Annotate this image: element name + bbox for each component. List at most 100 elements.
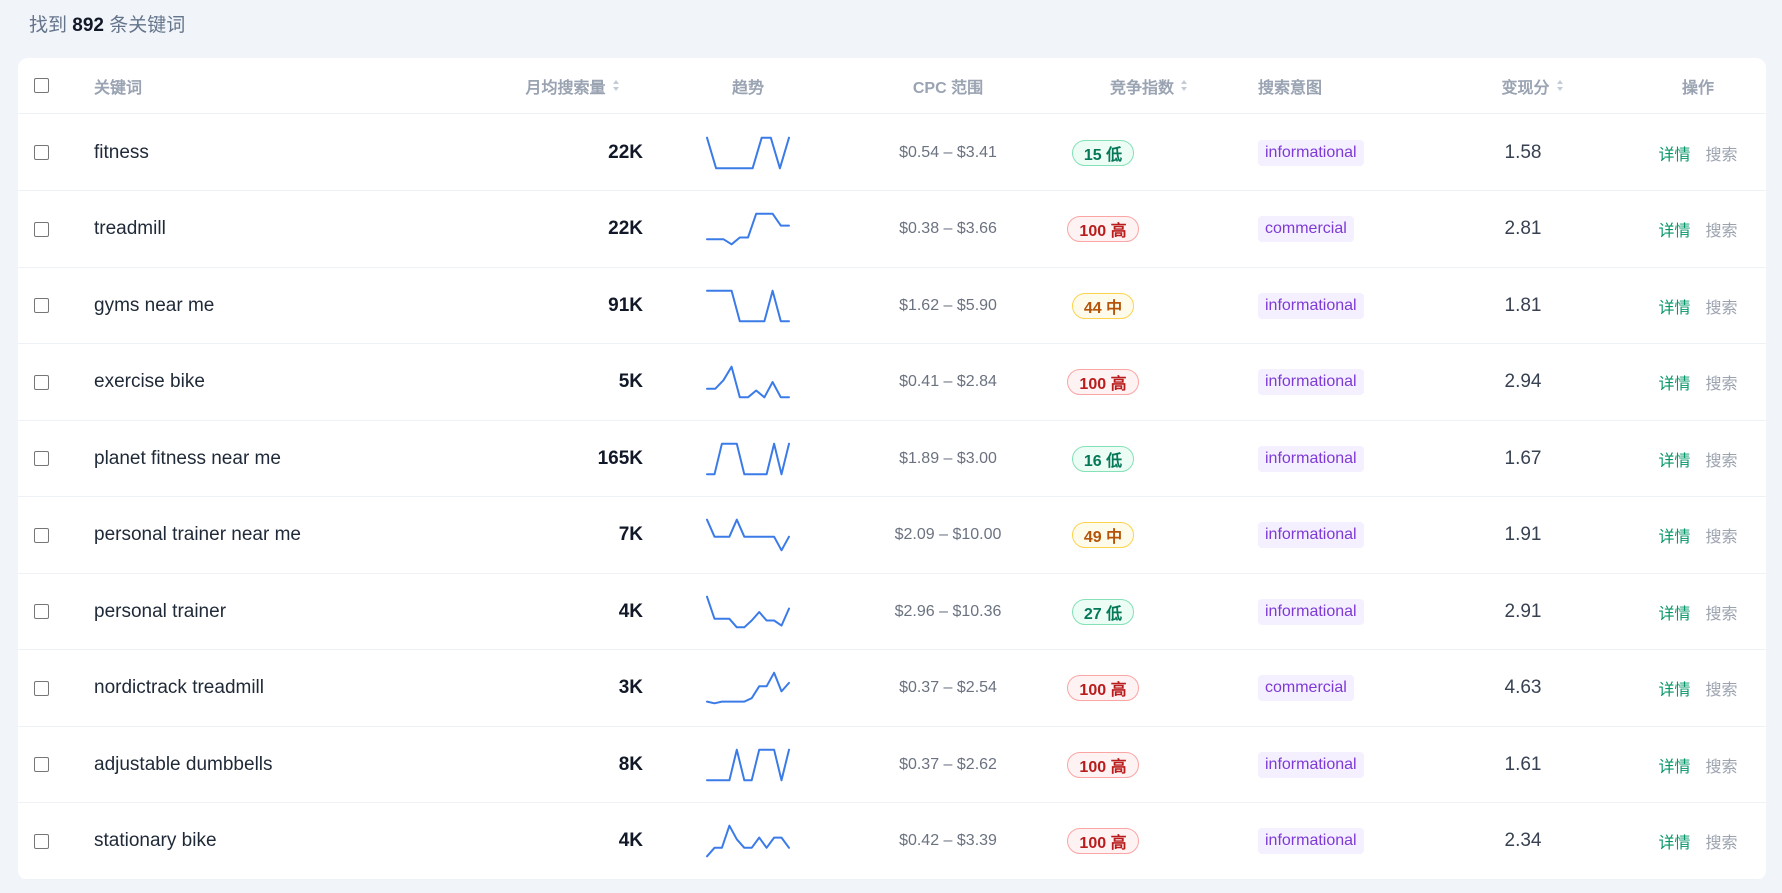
select-all-cell [34,58,50,113]
summary-prefix: 找到 [29,15,68,36]
search-link[interactable]: 搜索 [1706,600,1738,624]
detail-link[interactable]: 详情 [1658,523,1690,547]
trend-sparkline [706,442,790,475]
intent-tag: informational [1258,751,1364,778]
trend-line [706,212,790,246]
cpc-range: $0.54 – $3.41 [899,143,997,161]
trend-sparkline [706,748,790,781]
competition-badge: 100 高 [1067,751,1139,778]
detail-link[interactable]: 详情 [1658,217,1690,241]
intent-tag: informational [1258,139,1364,166]
detail-link[interactable]: 详情 [1658,753,1690,777]
row-select-cell [34,268,50,343]
row-select-cell [34,651,50,726]
competition-badge: 44 中 [1071,292,1135,319]
actions-cell: 详情 搜索 [1638,498,1758,573]
monetization-score: 2.34 [1504,830,1542,851]
detail-link[interactable]: 详情 [1658,447,1690,471]
header-competition[interactable]: 竞争指数 [1058,58,1228,113]
keyword-text: gyms near me [94,294,215,316]
search-link[interactable]: 搜索 [1706,294,1738,318]
search-volume: 7K [618,524,643,545]
table-row: treadmill 22K $0.38 – $3.66 100 高 commercial… [18,192,1766,268]
competition-cell: 100 高 [1058,804,1148,879]
sort-icon[interactable] [611,79,621,93]
keyword-text: adjustable dumbbells [94,753,273,775]
detail-link[interactable]: 详情 [1658,294,1690,318]
competition-badge: 100 高 [1067,216,1139,242]
search-link[interactable]: 搜索 [1706,676,1738,700]
detail-link[interactable]: 详情 [1658,600,1690,624]
intent-cell: commercial [1258,192,1458,267]
monetization-score: 1.61 [1504,753,1542,775]
row-checkbox[interactable] [34,757,49,772]
table-row: personal trainer 4K $2.96 – $10.36 27 低 info… [18,574,1766,650]
detail-link[interactable]: 详情 [1658,829,1690,853]
intent-cell: commercial [1258,651,1458,726]
search-link[interactable]: 搜索 [1706,141,1738,165]
competition-badge: 100 高 [1067,369,1139,395]
keyword-text: nordictrack treadmill [94,677,264,698]
cpc-range: $0.37 – $2.54 [899,679,997,696]
sort-icon[interactable] [1179,79,1189,93]
intent-cell: informational [1258,498,1458,573]
trend-line [706,595,790,628]
header-score-label: 变现分 [1501,79,1550,97]
actions-cell: 详情 搜索 [1638,345,1758,420]
select-all-checkbox[interactable] [34,78,49,93]
actions-cell: 详情 搜索 [1638,727,1758,802]
search-link[interactable]: 搜索 [1706,829,1738,853]
row-checkbox[interactable] [34,604,49,619]
actions-cell: 详情 搜索 [1638,651,1758,726]
intent-tag: informational [1258,598,1364,625]
keyword-text: treadmill [94,218,166,239]
search-link[interactable]: 搜索 [1706,753,1738,777]
cpc-range: $0.37 – $2.62 [899,755,997,773]
competition-cell: 100 高 [1058,651,1148,726]
row-checkbox[interactable] [34,527,49,543]
row-checkbox[interactable] [34,680,49,696]
competition-badge: 100 高 [1067,675,1139,701]
detail-link[interactable]: 详情 [1658,370,1690,394]
search-volume: 22K [608,218,643,239]
row-select-cell [34,727,50,802]
cpc-range: $0.42 – $3.39 [899,832,997,849]
keyword-table: 关键词 月均搜索量 趋势 CPC 范围 竞争指数 搜索意图 变现分 操作 fit… [18,58,1766,880]
competition-cell: 49 中 [1058,498,1148,573]
sort-icon[interactable] [1555,79,1565,93]
search-volume: 3K [618,677,643,698]
results-count: 892 [72,15,104,36]
trend-line [706,442,790,475]
table-row: stationary bike 4K $0.42 – $3.39 100 高 infor… [18,804,1766,880]
row-checkbox[interactable] [34,451,49,466]
header-score[interactable]: 变现分 [1463,58,1603,113]
table-row: adjustable dumbbells 8K $0.37 – $2.62 100 高… [18,727,1766,803]
row-checkbox[interactable] [34,833,49,849]
keyword-text: personal trainer near me [94,524,301,545]
search-link[interactable]: 搜索 [1706,370,1738,394]
search-link[interactable]: 搜索 [1706,523,1738,547]
row-checkbox[interactable] [34,374,49,390]
trend-line [706,671,790,705]
actions-cell: 详情 搜索 [1638,115,1758,190]
cpc-range: $0.38 – $3.66 [899,220,997,237]
header-cpc: CPC 范围 [912,79,984,97]
row-checkbox[interactable] [34,298,49,313]
trend-cell [698,574,798,649]
search-volume: 22K [608,141,643,163]
trend-cell [698,115,798,190]
search-link[interactable]: 搜索 [1706,447,1738,471]
trend-cell [698,268,798,343]
row-checkbox[interactable] [34,145,49,160]
header-actions: 操作 [1681,79,1714,97]
search-link[interactable]: 搜索 [1706,217,1738,241]
header-volume[interactable]: 月均搜索量 [498,58,648,113]
trend-sparkline [706,212,790,246]
row-checkbox[interactable] [34,221,49,237]
detail-link[interactable]: 详情 [1658,141,1690,165]
intent-tag: commercial [1258,675,1354,701]
search-volume: 91K [608,294,643,316]
row-select-cell [34,498,50,573]
detail-link[interactable]: 详情 [1658,676,1690,700]
intent-tag: informational [1258,828,1364,854]
